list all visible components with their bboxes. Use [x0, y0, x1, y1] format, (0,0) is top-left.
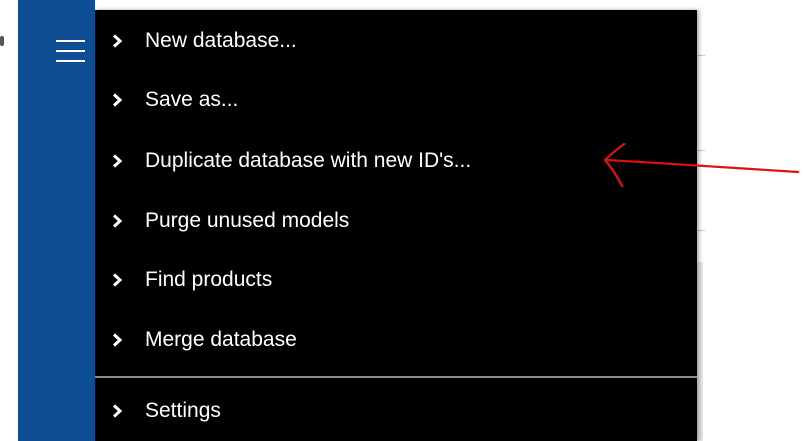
edge-mark: [0, 36, 4, 46]
background-divider: [697, 230, 705, 231]
hamburger-icon[interactable]: [56, 40, 85, 62]
menu-item-label: Save as...: [145, 88, 239, 111]
red-arrow-icon: [603, 142, 800, 188]
menu-item-new-database[interactable]: New database...: [95, 17, 697, 65]
menu-item-label: New database...: [145, 29, 297, 52]
chevron-right-icon: [112, 93, 122, 107]
chevron-right-icon: [112, 214, 122, 228]
chevron-right-icon: [112, 333, 122, 347]
main-menu-dropdown: New database... Save as... Duplicate dat…: [95, 10, 697, 441]
menu-item-merge-database[interactable]: Merge database: [95, 316, 697, 364]
background-scrollbar[interactable]: [697, 262, 703, 441]
chevron-right-icon: [112, 273, 122, 287]
menu-item-save-as[interactable]: Save as...: [95, 76, 697, 124]
app-background: [697, 0, 803, 441]
app-edge: [0, 0, 18, 441]
menu-item-find-products[interactable]: Find products: [95, 256, 697, 304]
menu-item-settings[interactable]: Settings: [95, 387, 697, 435]
nav-rail: [18, 0, 95, 441]
menu-item-label: Duplicate database with new ID's...: [145, 149, 472, 172]
chevron-right-icon: [112, 404, 122, 418]
menu-item-label: Find products: [145, 268, 273, 291]
menu-item-purge-unused-models[interactable]: Purge unused models: [95, 197, 697, 245]
menu-divider: [95, 376, 697, 378]
screenshot: New database... Save as... Duplicate dat…: [0, 0, 803, 441]
menu-item-label: Purge unused models: [145, 209, 350, 232]
menu-item-label: Merge database: [145, 328, 297, 351]
chevron-right-icon: [112, 34, 122, 48]
background-divider: [697, 55, 705, 56]
menu-item-label: Settings: [145, 399, 221, 422]
chevron-right-icon: [112, 154, 122, 168]
